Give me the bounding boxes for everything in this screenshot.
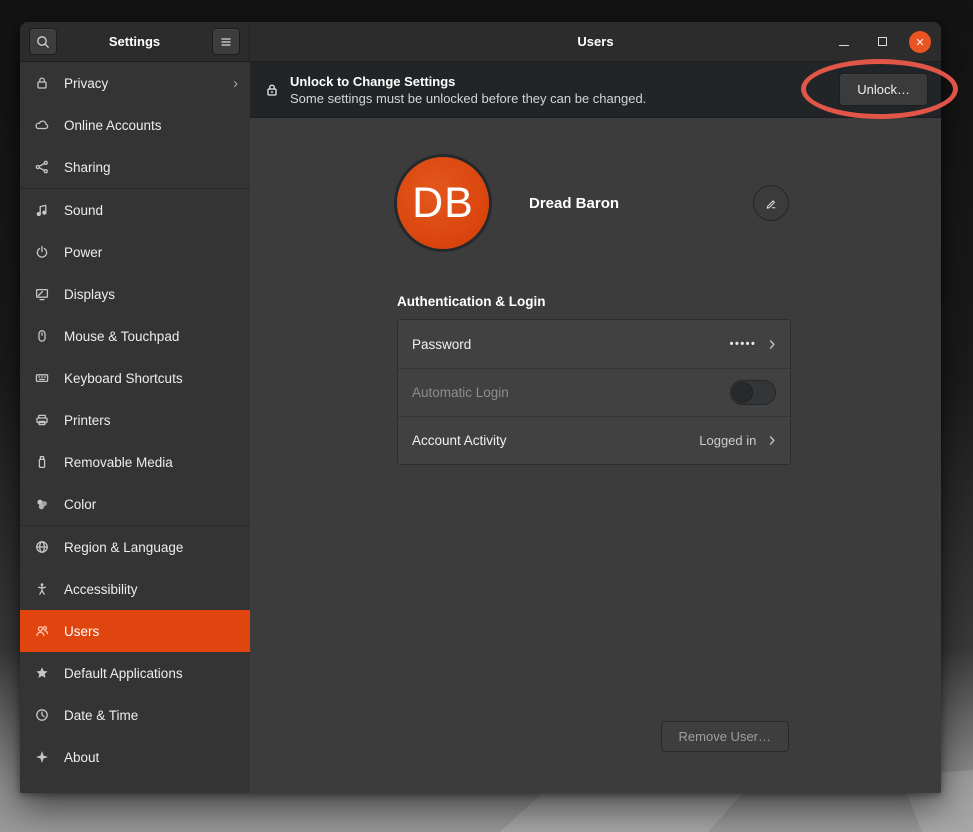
sidebar-item-default-applications[interactable]: Default Applications: [20, 652, 250, 694]
sidebar-item-label: Sound: [64, 203, 103, 218]
sidebar-item-label: Sharing: [64, 160, 111, 175]
sidebar-item-keyboard-shortcuts[interactable]: Keyboard Shortcuts: [20, 357, 250, 399]
sidebar-item-label: Color: [64, 497, 96, 512]
banner-subtitle: Some settings must be unlocked before th…: [290, 91, 646, 106]
usb-icon: [34, 454, 50, 470]
sidebar-title: Settings: [109, 34, 160, 49]
sidebar-item-label: Accessibility: [64, 582, 138, 597]
sidebar-item-label: Privacy: [64, 76, 108, 91]
sidebar-item-label: Default Applications: [64, 666, 183, 681]
sidebar-item-label: Removable Media: [64, 455, 173, 470]
automatic-login-row: Automatic Login: [398, 368, 790, 416]
row-label: Account Activity: [412, 433, 507, 448]
main-panel: Unlock to Change Settings Some settings …: [250, 62, 941, 793]
accessibility-icon: [34, 581, 50, 597]
sidebar-item-label: Displays: [64, 287, 115, 302]
sidebar-item-label: About: [64, 750, 99, 765]
sidebar-item-sound[interactable]: Sound: [20, 189, 250, 231]
sound-icon: [34, 202, 50, 218]
account-activity-row[interactable]: Account Activity Logged in ›: [398, 416, 790, 464]
password-row[interactable]: Password ••••• ›: [398, 320, 790, 368]
close-icon: [914, 36, 926, 48]
users-icon: [34, 623, 50, 639]
sidebar-item-power[interactable]: Power: [20, 231, 250, 273]
chevron-right-icon: ›: [768, 333, 776, 355]
page-title: Users: [577, 34, 613, 49]
user-name: Dread Baron: [529, 195, 619, 212]
minimize-button[interactable]: [833, 31, 855, 53]
sidebar-item-mouse-touchpad[interactable]: Mouse & Touchpad: [20, 315, 250, 357]
minimize-icon: [839, 45, 849, 46]
user-block: DB Dread Baron: [397, 157, 791, 249]
sidebar-item-displays[interactable]: Displays: [20, 273, 250, 315]
search-icon: [35, 34, 51, 50]
cloud-icon: [34, 117, 50, 133]
sidebar-item-users[interactable]: Users: [20, 610, 250, 652]
sidebar-item-about[interactable]: About: [20, 736, 250, 778]
banner-text: Unlock to Change Settings Some settings …: [290, 74, 646, 106]
sidebar-item-color[interactable]: Color: [20, 483, 250, 525]
sidebar-item-label: Region & Language: [64, 540, 183, 555]
maximize-button[interactable]: [871, 31, 893, 53]
sidebar-item-printers[interactable]: Printers: [20, 399, 250, 441]
unlock-banner: Unlock to Change Settings Some settings …: [250, 62, 941, 118]
sparkle-icon: [34, 749, 50, 765]
mouse-icon: [34, 328, 50, 344]
power-icon: [34, 244, 50, 260]
sidebar-header: Settings: [20, 22, 250, 62]
account-activity-value: Logged in: [699, 433, 756, 448]
close-button[interactable]: [909, 31, 931, 53]
sidebar-item-accessibility[interactable]: Accessibility: [20, 568, 250, 610]
printer-icon: [34, 412, 50, 428]
chevron-right-icon: ›: [233, 76, 238, 91]
chevron-right-icon: ›: [768, 430, 776, 452]
globe-icon: [34, 539, 50, 555]
content-area: DB Dread Baron Authentication & Login Pa…: [250, 118, 941, 793]
banner-title: Unlock to Change Settings: [290, 74, 646, 89]
sidebar-item-label: Power: [64, 245, 102, 260]
color-icon: [34, 496, 50, 512]
star-icon: [34, 665, 50, 681]
share-icon: [34, 159, 50, 175]
sidebar-item-label: Users: [64, 624, 99, 639]
unlock-button[interactable]: Unlock…: [839, 73, 928, 106]
sidebar-item-label: Date & Time: [64, 708, 138, 723]
sidebar-item-region-language[interactable]: Region & Language: [20, 526, 250, 568]
hamburger-icon: [218, 34, 234, 50]
row-label: Password: [412, 337, 471, 352]
remove-user-button[interactable]: Remove User…: [661, 721, 789, 752]
sidebar-item-sharing[interactable]: Sharing: [20, 146, 250, 188]
menu-button[interactable]: [212, 28, 240, 55]
main-header: Users: [250, 22, 941, 62]
sidebar-item-removable-media[interactable]: Removable Media: [20, 441, 250, 483]
sidebar-item-label: Keyboard Shortcuts: [64, 371, 183, 386]
lock-icon: [264, 82, 280, 98]
keyboard-icon: [34, 370, 50, 386]
pencil-icon: [764, 196, 778, 210]
sidebar-item-date-time[interactable]: Date & Time: [20, 694, 250, 736]
window-controls: [833, 22, 931, 61]
search-button[interactable]: [29, 28, 57, 55]
maximize-icon: [878, 37, 887, 46]
clock-icon: [34, 707, 50, 723]
sidebar-item-privacy[interactable]: Privacy ›: [20, 62, 250, 104]
password-dots: •••••: [730, 338, 757, 350]
sidebar: Privacy › Online Accounts Sharing Sound …: [20, 62, 250, 793]
avatar: DB: [397, 157, 489, 249]
section-title: Authentication & Login: [397, 294, 791, 309]
automatic-login-toggle[interactable]: [730, 380, 776, 405]
toggle-knob: [732, 382, 753, 403]
display-icon: [34, 286, 50, 302]
sidebar-item-online-accounts[interactable]: Online Accounts: [20, 104, 250, 146]
sidebar-item-label: Online Accounts: [64, 118, 162, 133]
row-label: Automatic Login: [412, 385, 509, 400]
lock-icon: [34, 75, 50, 91]
sidebar-item-label: Printers: [64, 413, 111, 428]
sidebar-item-label: Mouse & Touchpad: [64, 329, 179, 344]
auth-list: Password ••••• › Automatic Login Acco: [397, 319, 791, 465]
edit-name-button[interactable]: [753, 185, 789, 221]
settings-window: Settings Users Privacy › Online Accounts…: [20, 22, 941, 793]
